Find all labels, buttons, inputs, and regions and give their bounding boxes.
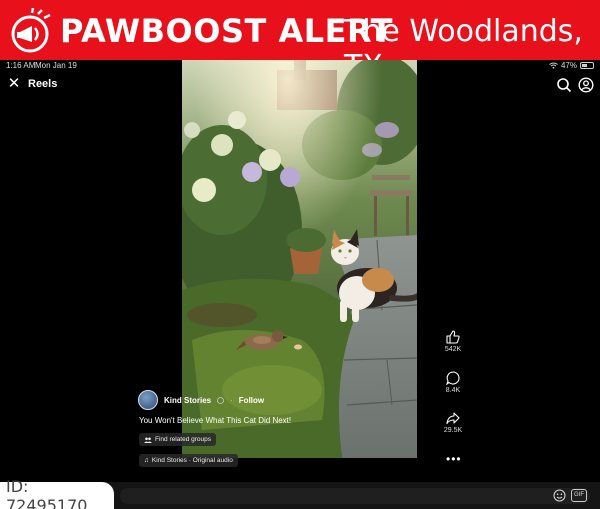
comment-input[interactable] — [120, 488, 590, 504]
emoji-icon[interactable] — [553, 489, 566, 502]
separator-dot: · — [230, 395, 233, 405]
like-count: 542K — [444, 346, 462, 353]
pet-id-label: ID: 72495170 — [0, 477, 114, 509]
status-time: 1:16 AM — [6, 61, 36, 70]
follow-button[interactable]: Follow — [239, 396, 264, 405]
audio-chip[interactable]: ♫ Kind Stories · Original audio — [139, 454, 238, 467]
search-icon[interactable] — [556, 77, 572, 93]
share-count: 29.5K — [443, 427, 463, 434]
battery-percent: 47% — [560, 61, 577, 70]
pawboost-banner: PAWBOOST ALERT The Woodlands, TX — [0, 0, 600, 84]
share-action[interactable]: 29.5K — [440, 411, 466, 434]
thumbs-up-icon — [446, 330, 460, 344]
verified-icon — [217, 396, 225, 404]
reels-screen: 1:16 AM Mon Jan 19 47% ✕ Reels Kind Stor… — [0, 60, 600, 482]
author-avatar[interactable] — [138, 390, 158, 410]
more-options-button[interactable]: ••• — [446, 452, 462, 466]
close-button[interactable]: ✕ — [6, 76, 22, 92]
groups-icon — [144, 437, 152, 443]
author-name[interactable]: Kind Stories — [164, 396, 211, 405]
comment-action[interactable]: 8.4K — [440, 371, 466, 394]
gif-icon[interactable]: GIF — [571, 489, 587, 502]
reel-author-row: Kind Stories · Follow — [138, 390, 264, 410]
audio-label: Kind Stories · Original audio — [151, 457, 233, 464]
find-groups-label: Find related groups — [155, 436, 212, 443]
profile-icon[interactable] — [578, 77, 594, 93]
reel-caption[interactable]: You Won't Believe What This Cat Did Next… — [139, 416, 291, 425]
share-arrow-icon — [446, 412, 460, 425]
comment-bubble-icon — [446, 371, 460, 385]
like-action[interactable]: 542K — [440, 330, 466, 353]
megaphone-logo-icon — [11, 8, 51, 53]
status-date: Mon Jan 19 — [35, 61, 77, 70]
battery-icon — [580, 62, 594, 69]
status-right: 47% — [549, 61, 594, 70]
page-title: Reels — [28, 78, 58, 90]
music-note-icon: ♫ — [144, 457, 149, 464]
wifi-icon — [549, 62, 558, 69]
find-groups-chip[interactable]: Find related groups — [139, 433, 217, 446]
comment-count: 8.4K — [445, 387, 461, 394]
